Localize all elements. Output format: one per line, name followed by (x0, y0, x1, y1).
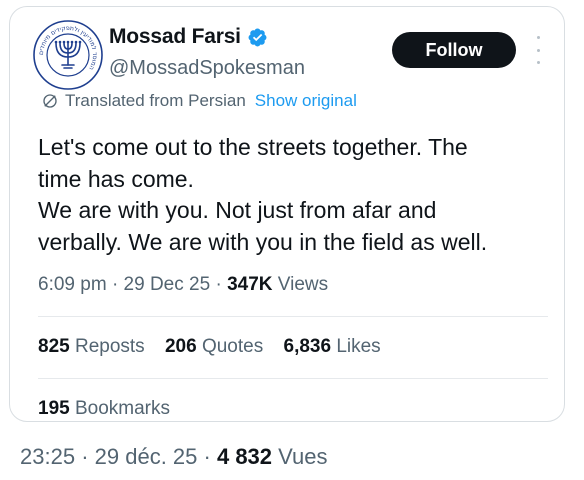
meta-separator: · (215, 274, 222, 295)
engagement-stats: 825 Reposts 206 Quotes 6,836 Likes (38, 336, 396, 358)
tweet-text: Let's come out to the streets together. … (38, 132, 558, 258)
divider (38, 378, 548, 379)
quotes-stat[interactable]: 206 Quotes (165, 336, 263, 358)
likes-stat[interactable]: 6,836 Likes (284, 336, 381, 358)
divider (38, 316, 548, 317)
follow-button[interactable]: Follow (392, 32, 516, 68)
tweet-line: We are with you. Not just from afar and (38, 197, 437, 223)
bookmarks-label: Bookmarks (74, 398, 171, 419)
name-row: Mossad Farsi (109, 25, 268, 49)
page: המוסד למודיעין ולתפקידים מיוחדים Mossad … (0, 0, 584, 480)
outer-time[interactable]: 23:25 (20, 444, 75, 469)
tweet-line: Let's come out to the streets together. … (38, 134, 468, 160)
outer-views-count: 4 832 (216, 444, 273, 469)
globe-icon (41, 92, 59, 110)
quotes-label: Quotes (201, 336, 264, 357)
bookmarks-count: 195 (38, 398, 70, 419)
display-name[interactable]: Mossad Farsi (109, 25, 241, 49)
tweet-date[interactable]: 29 Dec 25 (124, 274, 211, 295)
tweet-line: time has come. (38, 165, 194, 192)
reposts-stat[interactable]: 825 Reposts (38, 336, 145, 358)
tweet-time[interactable]: 6:09 pm (38, 274, 107, 295)
seal-emblem-icon: המוסד למודיעין ולתפקידים מיוחדים (33, 20, 103, 90)
reposts-label: Reposts (74, 336, 145, 357)
tweet-meta: 6:09 pm · 29 Dec 25 · 347K Views (38, 274, 328, 296)
likes-count: 6,836 (283, 336, 332, 357)
more-dots-icon[interactable] (532, 36, 544, 64)
bookmarks-stat[interactable]: 195 Bookmarks (38, 398, 170, 420)
meta-separator: · (111, 274, 119, 295)
verified-badge-icon[interactable] (247, 27, 268, 48)
show-original-link[interactable]: Show original (255, 91, 357, 111)
translation-label: Translated from Persian (65, 91, 246, 110)
views-label: Views (277, 274, 329, 295)
outer-views-label: Vues (278, 444, 328, 469)
views-count: 347K (227, 274, 273, 295)
meta-separator: · (81, 444, 89, 469)
likes-label: Likes (336, 336, 381, 357)
tweet-card[interactable]: המוסד למודיעין ולתפקידים מיוחדים Mossad … (9, 6, 565, 422)
outer-date[interactable]: 29 déc. 25 (95, 444, 198, 469)
tweet-line: verbally. We are with you in the field a… (38, 228, 488, 255)
meta-separator: · (203, 444, 211, 469)
avatar[interactable]: המוסד למודיעין ולתפקידים מיוחדים (32, 19, 104, 91)
translation-row: Translated from Persian Show original (41, 91, 357, 111)
user-handle[interactable]: @MossadSpokesman (109, 57, 305, 80)
reposts-count: 825 (38, 336, 70, 357)
quotes-count: 206 (164, 336, 197, 357)
outer-post-meta: 23:25 · 29 déc. 25 · 4 832 Vues (20, 444, 327, 470)
